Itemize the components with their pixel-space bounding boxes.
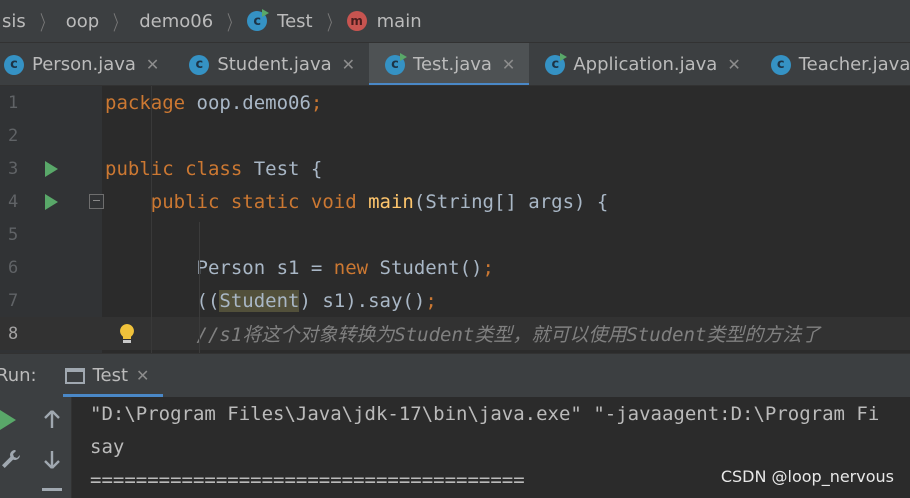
breadcrumb-item-demo06[interactable]: demo06 xyxy=(133,11,219,32)
close-icon[interactable]: ✕ xyxy=(502,55,515,74)
console-line: "D:\Program Files\Java\jdk-17\bin\java.e… xyxy=(90,403,880,425)
comment-token: //s1将这个对象转换为Student类型，就可以使用Student类型的方法了 xyxy=(105,324,821,346)
class-icon: c xyxy=(4,54,24,75)
tab-label: Student.java xyxy=(217,54,332,75)
code-line[interactable]: 4 public static void main(String[] args)… xyxy=(0,185,910,218)
breadcrumb-item-oop[interactable]: oop xyxy=(60,11,105,32)
chevron-right-icon: 〉 xyxy=(113,10,126,35)
tab-label: Person.java xyxy=(32,54,136,75)
code-text: public class Test { xyxy=(105,158,322,180)
run-panel-header: Run: Test ✕ xyxy=(0,353,910,398)
tab-label: Application.java xyxy=(573,54,718,75)
code-text: public static void main(String[] args) { xyxy=(105,190,609,213)
code-line[interactable]: 5 xyxy=(0,218,910,251)
class-icon: c xyxy=(189,54,210,75)
keyword-token: public class xyxy=(105,157,254,180)
watermark: CSDN @loop_nervous xyxy=(720,467,894,486)
indent-guide xyxy=(199,222,200,353)
console-line: say xyxy=(90,436,125,458)
wrench-icon[interactable] xyxy=(0,448,22,470)
run-tab-label: Test xyxy=(92,365,129,386)
class-icon: c xyxy=(770,54,791,75)
code-text: package oop.demo06; xyxy=(105,92,322,114)
close-icon[interactable]: ✕ xyxy=(146,55,159,74)
keyword-token: public static void xyxy=(105,190,369,213)
code-token: (String[] args) { xyxy=(413,190,609,213)
tab-label: Test.java xyxy=(413,54,492,75)
chevron-right-icon: 〉 xyxy=(227,10,240,35)
line-number: 5 xyxy=(8,224,19,245)
code-text: //s1将这个对象转换为Student类型，就可以使用Student类型的方法了 xyxy=(105,320,821,347)
line-number: 3 xyxy=(8,158,19,179)
code-line[interactable]: 3 public class Test { xyxy=(0,152,910,185)
code-token: Test { xyxy=(253,157,323,180)
chevron-right-icon: 〉 xyxy=(39,10,52,35)
line-number: 4 xyxy=(8,191,19,212)
keyword-token: ; xyxy=(482,256,494,279)
code-line[interactable]: 1 package oop.demo06; xyxy=(0,86,910,119)
code-token: Person s1 = xyxy=(105,256,334,279)
code-editor[interactable]: 1 package oop.demo06; 2 3 public class Test … xyxy=(0,86,910,353)
tab-person-java[interactable]: c Person.java ✕ xyxy=(0,43,173,85)
tab-student-java[interactable]: c Student.java ✕ xyxy=(173,43,369,85)
highlighted-token: Student xyxy=(219,289,300,312)
rerun-icon[interactable] xyxy=(0,410,16,430)
close-icon[interactable]: ✕ xyxy=(342,55,355,74)
class-icon: c xyxy=(545,52,568,75)
line-number: 2 xyxy=(8,125,19,146)
chevron-right-icon: 〉 xyxy=(326,10,339,35)
run-gutter-icon[interactable] xyxy=(45,160,58,177)
arrow-down-icon[interactable] xyxy=(42,449,62,471)
tab-teacher-java[interactable]: c Teacher.java ✕ xyxy=(755,43,910,85)
tab-test-java[interactable]: c Test.java ✕ xyxy=(369,43,530,85)
console-line: ====================================== xyxy=(90,469,525,491)
fold-icon[interactable] xyxy=(89,194,104,209)
code-token: Student() xyxy=(379,256,483,279)
class-icon: c xyxy=(385,52,408,75)
run-label: Run: xyxy=(0,365,37,386)
keyword-token: ; xyxy=(425,289,437,312)
run-tab-test[interactable]: Test ✕ xyxy=(62,354,164,398)
arrow-up-icon[interactable] xyxy=(42,408,62,430)
breadcrumb-item-test[interactable]: c Test xyxy=(247,9,318,32)
soft-wrap-icon[interactable] xyxy=(42,488,62,491)
tab-application-java[interactable]: c Application.java ✕ xyxy=(529,43,754,85)
code-token: oop.demo06 xyxy=(196,91,311,114)
keyword-token: new xyxy=(333,256,380,279)
code-text: Person s1 = new Student(); xyxy=(105,257,494,279)
code-line[interactable]: 2 xyxy=(0,119,910,152)
class-icon: c xyxy=(247,9,270,31)
tab-label: Teacher.java xyxy=(798,54,910,75)
method-icon: m xyxy=(346,11,367,31)
keyword-token: ; xyxy=(310,91,323,114)
indent-guide xyxy=(151,86,152,353)
code-text: ((Student) s1).say(); xyxy=(105,289,437,312)
line-number: 7 xyxy=(8,290,19,311)
code-line[interactable]: 8 //s1将这个对象转换为Student类型，就可以使用Student类型的方… xyxy=(0,317,910,350)
method-token: main xyxy=(368,190,414,213)
editor-tab-bar: c Person.java ✕ c Student.java ✕ c Test.… xyxy=(0,42,910,86)
breadcrumb-item-project[interactable]: sis xyxy=(0,11,32,32)
line-number: 1 xyxy=(8,92,19,113)
line-number: 6 xyxy=(8,257,19,278)
code-line[interactable]: 7 ((Student) s1).say(); xyxy=(0,284,910,317)
console-icon xyxy=(64,367,85,384)
close-icon[interactable]: ✕ xyxy=(727,55,740,74)
breadcrumb-item-main[interactable]: m main xyxy=(346,11,428,32)
code-token: ) s1).say() xyxy=(299,289,426,312)
breadcrumb: sis 〉 oop 〉 demo06 〉 c Test 〉 m main xyxy=(0,0,910,42)
run-gutter-icon[interactable] xyxy=(45,193,58,210)
close-icon[interactable]: ✕ xyxy=(136,366,149,385)
code-line[interactable]: 6 Person s1 = new Student(); xyxy=(0,251,910,284)
line-number: 8 xyxy=(8,323,19,344)
code-token: (( xyxy=(105,289,220,312)
